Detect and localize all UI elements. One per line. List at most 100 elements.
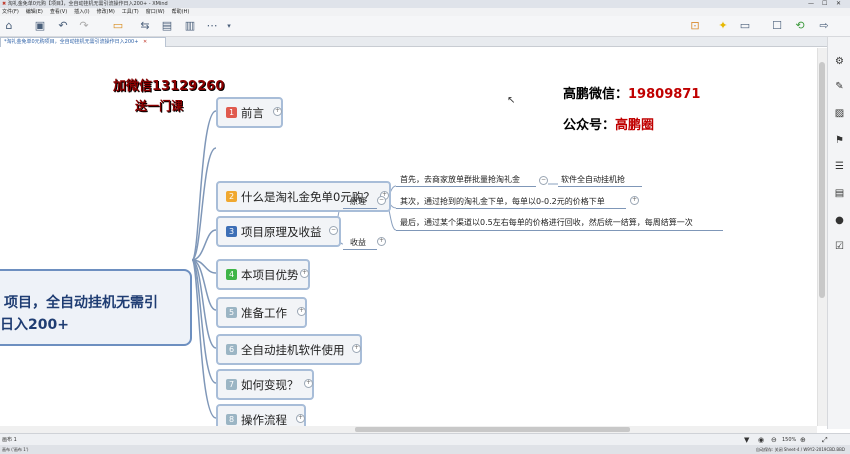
flag-icon[interactable]: ⚑ — [833, 134, 846, 147]
leaf-step-1-underline — [396, 186, 536, 187]
leaf-step-1[interactable]: 首先，去商家放单群批量抢淘礼金 — [400, 174, 520, 185]
watermark-gzh-value: 高鹏圈 — [615, 118, 655, 133]
collapse-icon[interactable]: − — [329, 226, 338, 235]
expand-icon[interactable]: + — [352, 344, 361, 353]
topic-4[interactable]: 4 本项目优势 — [216, 259, 310, 290]
menu-help[interactable]: 帮助(H) — [172, 9, 190, 15]
menu-view[interactable]: 查看(V) — [50, 9, 67, 15]
chevron-down-icon[interactable]: ▾ — [222, 19, 236, 33]
central-topic[interactable]: 项目，全自动挂机无需引 日入200+ — [0, 269, 192, 346]
topic-8[interactable]: 8 操作流程 — [216, 404, 306, 426]
watermark-gzh-label: 公众号： — [563, 118, 616, 133]
app-logo-icon: ✖ — [2, 1, 7, 7]
subtopic-income-underline — [343, 249, 377, 250]
boundary-icon[interactable]: ▤ — [160, 19, 174, 33]
title-bar: ✖ 淘礼金免单0元购【项目】，全自动挂机无需引流操作日入200+ - XMind… — [0, 0, 850, 8]
topic-1-number: 1 — [226, 107, 237, 118]
expand-icon[interactable]: + — [630, 196, 639, 205]
topic-1-label: 前言 — [241, 105, 264, 120]
maximize-icon[interactable]: ☐ — [822, 0, 827, 8]
sheet-bar: 画布 1 ▼ ◉ ⊖ 150% ⊕ ⤢ — [0, 433, 850, 445]
comments-icon[interactable]: ● — [833, 214, 846, 227]
topic-8-number: 8 — [226, 414, 237, 425]
topic-4-number: 4 — [226, 269, 237, 280]
subtopic-principle-underline — [343, 208, 377, 209]
expand-icon[interactable]: + — [300, 269, 309, 278]
summary-icon[interactable]: ▥ — [183, 19, 197, 33]
menu-modify[interactable]: 修改(M) — [97, 9, 115, 15]
topic-2-number: 2 — [226, 191, 237, 202]
expand-icon[interactable]: + — [296, 414, 305, 423]
subtopic-income[interactable]: 收益 — [350, 237, 366, 248]
relationship-icon[interactable]: ⇆ — [138, 19, 152, 33]
expand-icon[interactable]: + — [304, 379, 313, 388]
redo-icon[interactable]: ↷ — [77, 19, 91, 33]
topic-6-label: 全自动挂机软件使用 — [241, 342, 345, 357]
menu-insert[interactable]: 插入(I) — [74, 9, 89, 15]
topic-5-label: 准备工作 — [241, 305, 287, 320]
task-icon[interactable]: ☑ — [833, 240, 846, 253]
topic-7-number: 7 — [226, 379, 237, 390]
leaf-step-2[interactable]: 其次，通过抢到的淘礼金下单，每单以0-0.2元的价格下单 — [400, 196, 605, 207]
status-left: 画布 ('画布 1') — [2, 447, 29, 452]
topic-3-label: 项目原理及收益 — [241, 224, 322, 239]
topic-5-number: 5 — [226, 307, 237, 318]
outline-icon[interactable]: ☰ — [833, 160, 846, 173]
menu-edit[interactable]: 编辑(E) — [26, 9, 43, 15]
topic-icon[interactable]: ▭ — [111, 19, 125, 33]
undo-icon[interactable]: ↶ — [56, 19, 70, 33]
mouse-cursor-icon: ↖ — [507, 95, 516, 106]
tab-close-icon[interactable]: ✕ — [143, 39, 147, 45]
topic-3-number: 3 — [226, 226, 237, 237]
menu-window[interactable]: 窗口(W) — [146, 9, 165, 15]
status-right: 自动保存: 关闭 Sheet-4 / W9Y2-2019CBD.BBD — [756, 447, 845, 452]
document-tab[interactable]: *淘礼金免单0元购项目，全自动挂机无需引流操作日入200+ ✕ — [0, 37, 166, 47]
menu-file[interactable]: 文件(F) — [2, 9, 19, 15]
watermark-gzh: 公众号：高鹏圈 — [563, 114, 654, 133]
export-icon[interactable]: ⇨ — [817, 19, 831, 33]
vertical-scroll-thumb[interactable] — [819, 62, 825, 298]
watermark-promo-line1: 加微信13129260 — [113, 79, 225, 94]
minimize-icon[interactable]: — — [808, 0, 814, 8]
lightbulb-icon[interactable]: ✦ — [716, 19, 730, 33]
topic-8-label: 操作流程 — [241, 412, 287, 427]
document-tab-label: *淘礼金免单0元购项目，全自动挂机无需引流操作日入200+ — [4, 39, 139, 45]
properties-icon[interactable]: ⚙ — [833, 55, 846, 68]
subtopic-principle[interactable]: 原理 — [350, 196, 366, 207]
topic-6[interactable]: 6 全自动挂机软件使用 — [216, 334, 362, 365]
gantt-icon[interactable]: ▭ — [738, 19, 752, 33]
expand-icon[interactable]: + — [297, 307, 306, 316]
collapse-icon[interactable]: − — [377, 196, 386, 205]
window-title: 淘礼金免单0元购【项目】，全自动挂机无需引流操作日入200+ - XMind — [7, 1, 168, 7]
horizontal-scroll-thumb[interactable] — [355, 427, 630, 432]
close-icon[interactable]: ✕ — [836, 0, 841, 8]
presentation-icon[interactable]: ⊡ — [688, 19, 702, 33]
watermark-wechat-value: 19809871 — [628, 87, 701, 102]
save-icon[interactable]: ▣ — [33, 19, 47, 33]
watermark-wechat-label: 高鹏微信： — [563, 87, 629, 102]
topic-3[interactable]: 3 项目原理及收益 — [216, 216, 341, 247]
layout-icon[interactable]: ☐ — [770, 19, 784, 33]
leaf-step-1-child[interactable]: 软件全自动挂机抢 — [561, 174, 625, 185]
expand-icon[interactable]: + — [377, 237, 386, 246]
leaf-step-3[interactable]: 最后，通过某个渠道以0.5左右每单的价格进行回收，然后统一结算，每周结算一次 — [400, 217, 693, 228]
style-brush-icon[interactable]: ✎ — [833, 80, 846, 93]
right-side-panel: ⚙ ✎ ▨ ⚑ ☰ ▤ ● ☑ — [827, 37, 850, 429]
menu-tools[interactable]: 工具(T) — [122, 9, 139, 15]
mindmap-canvas[interactable]: 项目，全自动挂机无需引 日入200+ 1 前言 + 2 什么是淘礼金免单0元购？ +… — [0, 48, 817, 426]
topic-5[interactable]: 5 准备工作 — [216, 297, 307, 328]
home-icon[interactable]: ⌂ — [2, 19, 16, 33]
topic-6-number: 6 — [226, 344, 237, 355]
share-icon[interactable]: ⟲ — [793, 19, 807, 33]
watermark-wechat: 高鹏微信：19809871 — [563, 83, 700, 102]
more-icon[interactable]: ⋯ — [205, 19, 219, 33]
toolbar: ⌂ ▣ ↶ ↷ ▭ ⇆ ▤ ▥ ⋯ ▾ ⊡ ✦ ▭ ☐ ⟲ ⇨ — [0, 16, 850, 37]
leaf-step-1-child-underline — [558, 186, 642, 187]
expand-icon[interactable]: + — [273, 107, 282, 116]
notes-icon[interactable]: ▤ — [833, 187, 846, 200]
collapse-icon[interactable]: − — [539, 176, 548, 185]
image-icon[interactable]: ▨ — [833, 107, 846, 120]
topic-7[interactable]: 7 如何变现？ — [216, 369, 314, 400]
central-topic-line2: 日入200+ — [0, 317, 69, 333]
topic-7-label: 如何变现？ — [241, 377, 299, 392]
